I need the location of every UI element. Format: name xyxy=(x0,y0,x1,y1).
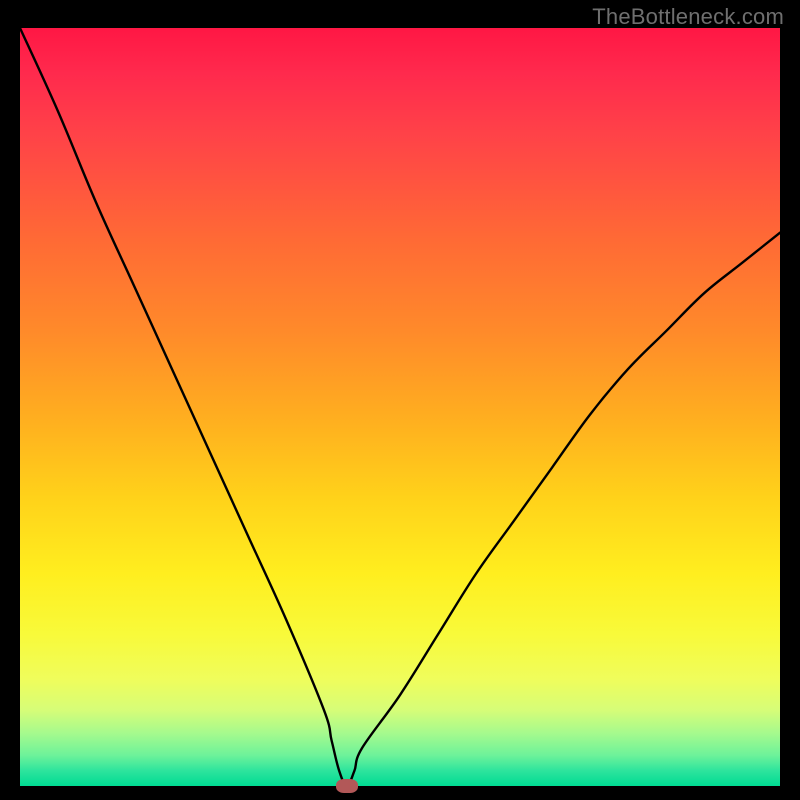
plot-area xyxy=(20,28,780,786)
minimum-marker xyxy=(336,779,358,793)
chart-frame: TheBottleneck.com xyxy=(0,0,800,800)
bottleneck-curve xyxy=(20,28,780,786)
watermark-text: TheBottleneck.com xyxy=(592,4,784,30)
